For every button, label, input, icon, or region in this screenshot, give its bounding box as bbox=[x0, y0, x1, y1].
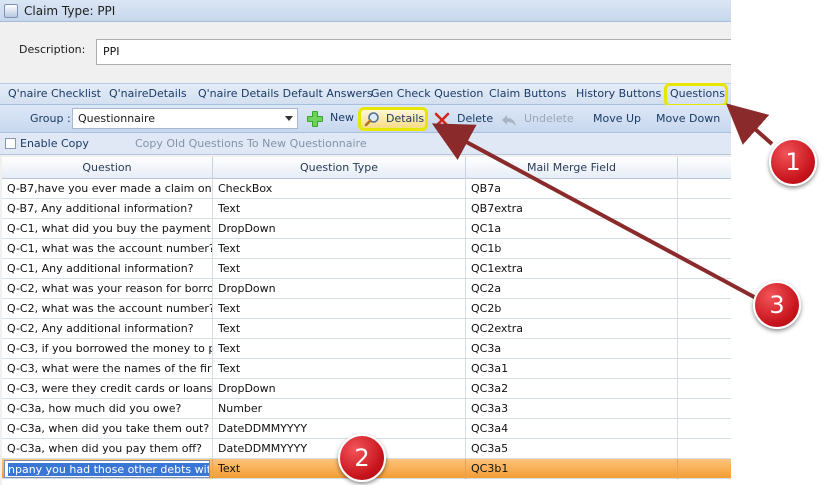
group-dropdown-value: Questionnaire bbox=[78, 112, 156, 125]
chevron-down-icon bbox=[285, 116, 293, 121]
question-edit-selected-text: npany you had those other debts with? bbox=[8, 463, 209, 476]
table-row[interactable]: Q-C3, what were the names of the first c… bbox=[2, 359, 731, 379]
question-type-cell[interactable]: DropDown bbox=[213, 379, 466, 399]
enable-copy-label: Enable Copy bbox=[20, 137, 89, 150]
description-input[interactable]: PPI bbox=[96, 39, 731, 65]
question-cell[interactable]: Q-C3a, how much did you owe? bbox=[2, 399, 213, 419]
grid-header: Question Question Type Mail Merge Field bbox=[2, 157, 731, 179]
question-cell[interactable]: Q-C1, what was the account number? bbox=[2, 239, 213, 259]
mail-merge-field-cell[interactable]: QC3a2 bbox=[466, 379, 678, 399]
group-dropdown[interactable]: Questionnaire bbox=[72, 108, 298, 129]
table-row[interactable]: Q-C1, what was the account number? Text … bbox=[2, 239, 731, 259]
mail-merge-field-cell[interactable]: QC2extra bbox=[466, 319, 678, 339]
question-cell[interactable]: Q-C3a, when did you pay them off? bbox=[2, 439, 213, 459]
plus-icon[interactable] bbox=[306, 110, 324, 128]
question-cell[interactable]: Q-C1, what did you buy the payment pr bbox=[2, 219, 213, 239]
table-row[interactable]: Q-C3, if you borrowed the money to pa Te… bbox=[2, 339, 731, 359]
description-label: Description: bbox=[19, 43, 86, 56]
mail-merge-field-cell[interactable]: QC1a bbox=[466, 219, 678, 239]
mail-merge-field-cell[interactable]: QC3a3 bbox=[466, 399, 678, 419]
mail-merge-field-cell[interactable]: QB7extra bbox=[466, 199, 678, 219]
mail-merge-field-cell[interactable]: QC3a bbox=[466, 339, 678, 359]
title-bar: Claim Type: PPI bbox=[0, 0, 731, 22]
questions-tab-highlight bbox=[664, 83, 728, 107]
question-type-cell[interactable]: Number bbox=[213, 399, 466, 419]
tab-gen-check-question[interactable]: Gen Check Question bbox=[371, 87, 483, 100]
window-title: Claim Type: PPI bbox=[24, 4, 116, 18]
table-row[interactable]: Q-C2, Any additional information? Text Q… bbox=[2, 319, 731, 339]
tab-qnaire-details-default-answers[interactable]: Q'naire Details Default Answers bbox=[198, 87, 373, 100]
tab-qnaire-checklist[interactable]: Q'naire Checklist bbox=[8, 87, 101, 100]
copy-old-questions-button[interactable]: Copy Old Questions To New Questionnaire bbox=[135, 137, 367, 150]
question-cell[interactable]: Q-C2, Any additional information? bbox=[2, 319, 213, 339]
question-type-cell[interactable]: CheckBox bbox=[213, 179, 466, 199]
question-type-cell[interactable]: DropDown bbox=[213, 279, 466, 299]
mail-merge-field-cell[interactable]: QC3b1 bbox=[466, 459, 678, 479]
table-row[interactable]: Q-B7,have you ever made a claim on th Ch… bbox=[2, 179, 731, 199]
delete-x-icon[interactable] bbox=[434, 112, 450, 128]
table-row[interactable]: Q-B7, Any additional information? Text Q… bbox=[2, 199, 731, 219]
description-panel: Description: PPI bbox=[0, 23, 731, 79]
question-type-cell[interactable]: DateDDMMYYYY bbox=[213, 419, 466, 439]
arrow-1 bbox=[726, 103, 774, 146]
tab-qnaire-details[interactable]: Q'naireDetails bbox=[109, 87, 187, 100]
move-down-button[interactable]: Move Down bbox=[656, 112, 720, 125]
callout-2: 2 bbox=[338, 434, 386, 482]
tab-strip: Q'naire Checklist Q'naireDetails Q'naire… bbox=[0, 83, 731, 105]
magnifier-icon bbox=[364, 112, 379, 127]
enable-copy-checkbox[interactable] bbox=[5, 138, 16, 149]
question-cell[interactable]: Q-C3a, when did you take them out? bbox=[2, 419, 213, 439]
new-button[interactable]: New bbox=[330, 111, 354, 124]
mail-merge-field-cell[interactable]: QC2a bbox=[466, 279, 678, 299]
question-type-cell[interactable]: Text bbox=[213, 259, 466, 279]
table-row[interactable]: Q-C3, were they credit cards or loans? D… bbox=[2, 379, 731, 399]
mail-merge-field-cell[interactable]: QC2b bbox=[466, 299, 678, 319]
undo-arrow-icon bbox=[502, 115, 516, 126]
tab-claim-buttons[interactable]: Claim Buttons bbox=[489, 87, 566, 100]
question-type-cell[interactable]: Text bbox=[213, 299, 466, 319]
question-cell[interactable]: Q-C3, what were the names of the first c bbox=[2, 359, 213, 379]
mail-merge-field-cell[interactable]: QB7a bbox=[466, 179, 678, 199]
question-type-cell[interactable]: Text bbox=[213, 339, 466, 359]
column-header-question-type[interactable]: Question Type bbox=[213, 157, 466, 179]
mail-merge-field-cell[interactable]: QC3a1 bbox=[466, 359, 678, 379]
question-cell[interactable]: Q-C3, if you borrowed the money to pa bbox=[2, 339, 213, 359]
question-type-cell[interactable]: DropDown bbox=[213, 219, 466, 239]
question-cell[interactable]: Q-B7,have you ever made a claim on th bbox=[2, 179, 213, 199]
group-label: Group : bbox=[30, 112, 71, 125]
table-row[interactable]: Q-C1, Any additional information? Text Q… bbox=[2, 259, 731, 279]
question-cell-editing[interactable]: npany you had those other debts with? bbox=[2, 459, 213, 479]
question-cell[interactable]: Q-C2, what was the account number? bbox=[2, 299, 213, 319]
mail-merge-field-cell[interactable]: QC3a5 bbox=[466, 439, 678, 459]
mail-merge-field-cell[interactable]: QC3a4 bbox=[466, 419, 678, 439]
column-header-question[interactable]: Question bbox=[2, 157, 213, 179]
callout-1: 1 bbox=[769, 138, 817, 186]
column-header-mail-merge-field[interactable]: Mail Merge Field bbox=[466, 157, 678, 179]
question-type-cell[interactable]: Text bbox=[213, 199, 466, 219]
table-row[interactable]: Q-C1, what did you buy the payment pr Dr… bbox=[2, 219, 731, 239]
details-button-label: Details bbox=[386, 112, 425, 125]
question-type-cell[interactable]: Text bbox=[213, 239, 466, 259]
claim-type-window: Claim Type: PPI Description: PPI Q'naire… bbox=[0, 0, 731, 485]
question-cell[interactable]: Q-B7, Any additional information? bbox=[2, 199, 213, 219]
question-cell[interactable]: Q-C1, Any additional information? bbox=[2, 259, 213, 279]
delete-button[interactable]: Delete bbox=[457, 112, 493, 125]
tab-history-buttons[interactable]: History Buttons bbox=[576, 87, 661, 100]
mail-merge-field-cell[interactable]: QC1b bbox=[466, 239, 678, 259]
move-up-button[interactable]: Move Up bbox=[593, 112, 641, 125]
table-row[interactable]: Q-C2, what was the account number? Text … bbox=[2, 299, 731, 319]
mail-merge-field-cell[interactable]: QC1extra bbox=[466, 259, 678, 279]
callout-3: 3 bbox=[753, 281, 801, 329]
undelete-button[interactable]: Undelete bbox=[524, 112, 574, 125]
app-icon bbox=[4, 4, 18, 18]
question-type-cell[interactable]: Text bbox=[213, 359, 466, 379]
table-row[interactable]: Q-C2, what was your reason for borrowi D… bbox=[2, 279, 731, 299]
table-row[interactable]: Q-C3a, how much did you owe? Number QC3a… bbox=[2, 399, 731, 419]
question-cell[interactable]: Q-C2, what was your reason for borrowi bbox=[2, 279, 213, 299]
question-edit-input[interactable]: npany you had those other debts with? bbox=[4, 460, 210, 478]
question-type-cell[interactable]: Text bbox=[213, 319, 466, 339]
question-cell[interactable]: Q-C3, were they credit cards or loans? bbox=[2, 379, 213, 399]
copy-options-bar: Enable Copy Copy Old Questions To New Qu… bbox=[0, 133, 731, 155]
